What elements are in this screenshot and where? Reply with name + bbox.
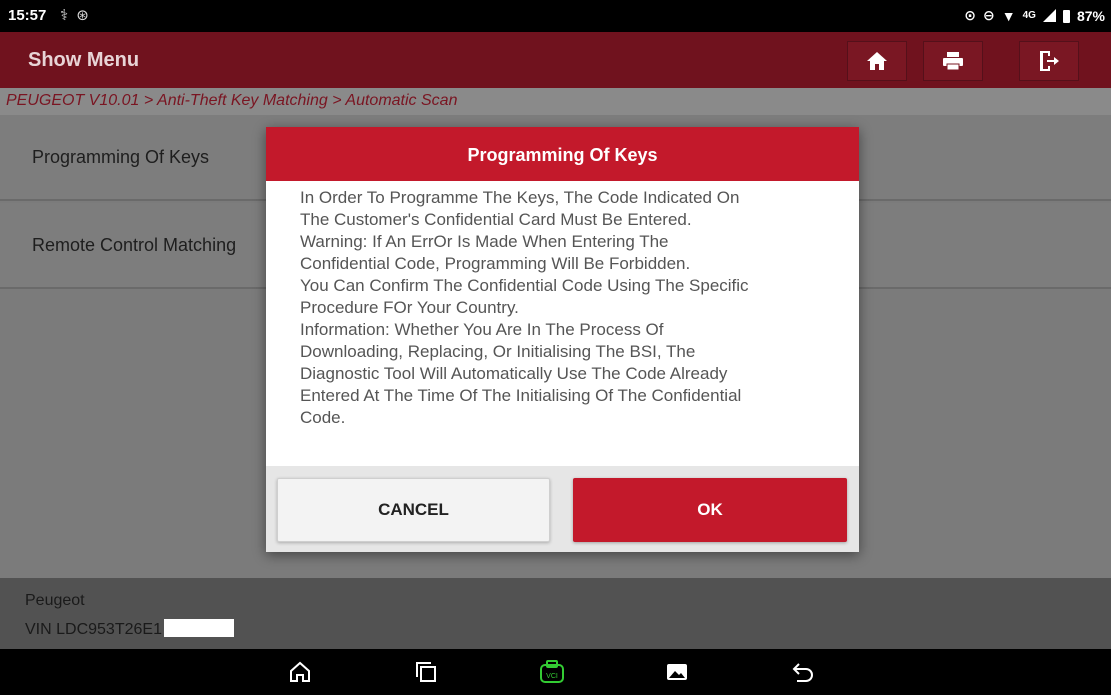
- exit-button[interactable]: [1019, 41, 1079, 81]
- print-icon: [943, 52, 963, 71]
- home-icon: [867, 52, 887, 70]
- status-time: 15:57: [8, 7, 47, 24]
- dialog-line: Downloading, Replacing, Or Initialising …: [300, 342, 696, 361]
- breadcrumb: PEUGEOT V10.01 > Anti-Theft Key Matching…: [0, 88, 1111, 115]
- dialog-line: Procedure FOr Your Country.: [300, 298, 519, 317]
- back-icon: [792, 663, 813, 682]
- usb-debug-icon: ⚕: [60, 7, 69, 24]
- ok-button[interactable]: OK: [573, 478, 847, 542]
- menu-item-label: Programming Of Keys: [32, 147, 210, 167]
- dialog-line: The Customer's Confidential Card Must Be…: [300, 210, 692, 229]
- battery-icon: [1062, 10, 1070, 23]
- vin-redaction: [163, 619, 234, 637]
- nav-home-button[interactable]: [284, 657, 316, 687]
- dialog-line: Diagnostic Tool Will Automatically Use T…: [300, 364, 728, 383]
- dialog-line: Confidential Code, Programming Will Be F…: [300, 254, 691, 273]
- dialog-message: In Order To Programme The Keys, The Code…: [266, 181, 859, 466]
- svg-text:VCI: VCI: [546, 673, 558, 680]
- dialog-title: Programming Of Keys: [266, 127, 859, 181]
- dialog-line: You Can Confirm The Confidential Code Us…: [300, 276, 749, 295]
- exit-icon: [1040, 51, 1059, 71]
- wifi-icon: ▼: [1001, 7, 1016, 24]
- signal-icon: [1042, 9, 1056, 22]
- print-button[interactable]: [923, 41, 983, 81]
- bluetooth-icon: ⊛: [76, 7, 89, 24]
- dialog-line: Code.: [300, 408, 346, 427]
- home-button[interactable]: [847, 41, 907, 81]
- location-icon: ⊙: [964, 7, 977, 23]
- nav-back-button[interactable]: [787, 657, 819, 687]
- title-bar: Show Menu: [0, 32, 1111, 88]
- vci-icon: VCI: [540, 660, 564, 683]
- status-bar: 15:57 ⚕ ⊛ ⊙ ⊖ ▼ 4G 87%: [0, 0, 1111, 32]
- navigation-bar: VCI: [0, 649, 1111, 695]
- dialog-line: Information: Whether You Are In The Proc…: [300, 320, 664, 339]
- network-type: 4G: [1022, 10, 1036, 21]
- dialog-line: Entered At The Time Of The Initialising …: [300, 386, 742, 405]
- nav-recent-apps-button[interactable]: [410, 657, 442, 687]
- dialog-line: Warning: If An ErrOr Is Made When Enteri…: [300, 232, 669, 251]
- programming-keys-dialog: Programming Of Keys In Order To Programm…: [266, 127, 859, 552]
- dnd-icon: ⊖: [983, 7, 995, 23]
- nav-vci-button[interactable]: VCI: [536, 657, 568, 687]
- nav-gallery-button[interactable]: [661, 657, 693, 687]
- status-right: ⊙ ⊖ ▼ 4G 87%: [964, 7, 1105, 24]
- home-icon: [290, 661, 310, 682]
- recent-apps-icon: [416, 662, 436, 682]
- vehicle-make: Peugeot: [25, 592, 85, 609]
- gallery-icon: [667, 664, 687, 680]
- vehicle-vin: VIN LDC953T26E1: [25, 621, 162, 638]
- vehicle-info-bar: Peugeot VIN LDC953T26E1: [0, 578, 1111, 649]
- battery-level: 87%: [1076, 7, 1105, 24]
- status-left-icons: ⚕ ⊛: [60, 6, 89, 24]
- page-title: Show Menu: [28, 49, 140, 71]
- vehicle-vin-row: VIN LDC953T26E1: [25, 619, 234, 639]
- cancel-button[interactable]: CANCEL: [277, 478, 550, 542]
- dialog-line: In Order To Programme The Keys, The Code…: [300, 188, 740, 207]
- menu-item-label: Remote Control Matching: [32, 235, 237, 255]
